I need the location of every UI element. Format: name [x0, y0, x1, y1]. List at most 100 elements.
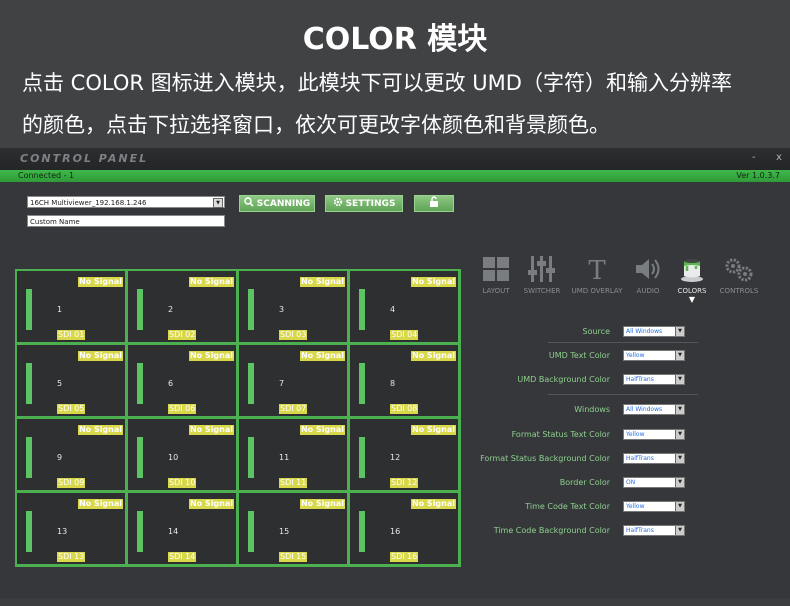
tab-umd-overlay-label: UMD OVERLAY — [571, 287, 623, 295]
tab-audio[interactable]: AUDIO — [625, 255, 671, 295]
preview-window[interactable]: No Signal 4 SDI 04 — [350, 271, 458, 342]
umd-label: SDI 11 — [279, 478, 308, 488]
chevron-down-icon[interactable]: ▼ — [675, 526, 684, 535]
preview-window[interactable]: No Signal 9 SDI 09 — [17, 419, 125, 490]
chevron-down-icon[interactable]: ▼ — [213, 198, 223, 208]
no-signal-label: No Signal — [188, 499, 234, 509]
active-tab-indicator: ▼ — [688, 295, 696, 304]
no-signal-label: No Signal — [410, 425, 456, 435]
preview-window[interactable]: No Signal 15 SDI 15 — [239, 493, 347, 564]
color-field-label: UMD Text Color — [548, 351, 610, 360]
umd-label: SDI 08 — [390, 404, 419, 414]
preview-window[interactable]: No Signal 10 SDI 10 — [128, 419, 236, 490]
preview-window[interactable]: No Signal 3 SDI 03 — [239, 271, 347, 342]
audio-level-bar — [137, 437, 143, 478]
preview-window[interactable]: No Signal 16 SDI 16 — [350, 493, 458, 564]
tab-umd-overlay[interactable]: T UMD OVERLAY — [571, 255, 623, 295]
preview-window[interactable]: No Signal 6 SDI 06 — [128, 345, 236, 416]
preview-window[interactable]: No Signal 2 SDI 02 — [128, 271, 236, 342]
scanning-button[interactable]: SCANNING — [239, 195, 315, 212]
audio-level-bar — [26, 363, 32, 404]
title-bar[interactable]: CONTROL PANEL - x — [0, 148, 790, 170]
color-field-label: Time Code Text Color — [525, 502, 610, 511]
color-field-label: Format Status Background Color — [480, 454, 610, 463]
umd-label: SDI 03 — [279, 330, 308, 340]
panel-divider — [548, 394, 698, 395]
preview-window[interactable]: No Signal 1 SDI 01 — [17, 271, 125, 342]
umd-label: SDI 16 — [390, 552, 419, 562]
custom-name-input[interactable]: Custom Name — [27, 215, 225, 227]
chevron-down-icon[interactable]: ▼ — [675, 375, 684, 384]
window-number: 2 — [168, 305, 174, 314]
gear-icon — [333, 197, 342, 207]
window-number: 15 — [279, 527, 290, 536]
chevron-down-icon[interactable]: ▼ — [675, 454, 684, 463]
color-select[interactable]: All Windows ▼ — [623, 404, 685, 415]
window-number: 8 — [390, 379, 396, 388]
window-number: 5 — [57, 379, 63, 388]
umd-label: SDI 04 — [390, 330, 419, 340]
audio-level-bar — [359, 289, 365, 330]
page-description: 点击 COLOR 图标进入模块，此模块下可以更改 UMD（字符）和输入分辨率 的… — [22, 62, 772, 146]
preview-window[interactable]: No Signal 11 SDI 11 — [239, 419, 347, 490]
lock-button[interactable] — [414, 195, 454, 212]
close-button[interactable]: x — [776, 152, 782, 163]
color-select[interactable]: Yellow ▼ — [623, 350, 685, 361]
window-number: 9 — [57, 453, 63, 462]
chevron-down-icon[interactable]: ▼ — [675, 430, 684, 439]
description-line-1: 点击 COLOR 图标进入模块，此模块下可以更改 UMD（字符）和输入分辨率 — [22, 71, 732, 95]
preview-window[interactable]: No Signal 7 SDI 07 — [239, 345, 347, 416]
window-number: 14 — [168, 527, 179, 536]
version-label: Ver 1.0.3.7 — [736, 171, 780, 180]
settings-button[interactable]: SETTINGS — [325, 195, 403, 212]
window-number: 7 — [279, 379, 285, 388]
umd-label: SDI 10 — [168, 478, 197, 488]
color-select-value: HalfTrans — [626, 455, 654, 462]
minimize-button[interactable]: - — [752, 152, 756, 163]
color-select-value: Yellow — [626, 352, 645, 359]
tab-controls[interactable]: CONTROLS — [716, 255, 762, 295]
chevron-down-icon[interactable]: ▼ — [675, 327, 684, 336]
preview-window[interactable]: No Signal 12 SDI 12 — [350, 419, 458, 490]
window-number: 13 — [57, 527, 68, 536]
speaker-icon — [625, 255, 671, 283]
chevron-down-icon[interactable]: ▼ — [675, 405, 684, 414]
tab-switcher[interactable]: SWITCHER — [519, 255, 565, 295]
umd-label: SDI 13 — [57, 552, 86, 562]
device-select-value: 16CH Multiviewer_192.168.1.246 — [30, 199, 147, 207]
color-select[interactable]: All Windows ▼ — [623, 326, 685, 337]
tab-switcher-label: SWITCHER — [523, 287, 561, 295]
umd-label: SDI 02 — [168, 330, 197, 340]
audio-level-bar — [26, 289, 32, 330]
chevron-down-icon[interactable]: ▼ — [675, 478, 684, 487]
chevron-down-icon[interactable]: ▼ — [675, 502, 684, 511]
tab-layout[interactable]: LAYOUT — [473, 255, 519, 295]
preview-window[interactable]: No Signal 8 SDI 08 — [350, 345, 458, 416]
audio-level-bar — [248, 289, 254, 330]
audio-level-bar — [359, 363, 365, 404]
no-signal-label: No Signal — [188, 425, 234, 435]
tab-colors[interactable]: COLORS ▼ — [669, 255, 715, 304]
no-signal-label: No Signal — [299, 277, 345, 287]
preview-window[interactable]: No Signal 13 SDI 13 — [17, 493, 125, 564]
no-signal-label: No Signal — [299, 351, 345, 361]
window-number: 4 — [390, 305, 396, 314]
color-select[interactable]: HalfTrans ▼ — [623, 374, 685, 385]
chevron-down-icon[interactable]: ▼ — [675, 351, 684, 360]
no-signal-label: No Signal — [410, 351, 456, 361]
device-select[interactable]: 16CH Multiviewer_192.168.1.246 ▼ — [27, 196, 225, 208]
color-select[interactable]: HalfTrans ▼ — [623, 453, 685, 464]
preview-grid: No Signal 1 SDI 01 No Signal 2 SDI 02 No Signa… — [15, 269, 461, 567]
no-signal-label: No Signal — [188, 351, 234, 361]
gears-icon — [716, 255, 762, 283]
unlock-icon — [430, 196, 438, 207]
audio-level-bar — [248, 437, 254, 478]
window-number: 11 — [279, 453, 290, 462]
preview-window[interactable]: No Signal 14 SDI 14 — [128, 493, 236, 564]
color-select[interactable]: ON ▼ — [623, 477, 685, 488]
color-select[interactable]: HalfTrans ▼ — [623, 525, 685, 536]
color-field-label: UMD Background Color — [517, 375, 610, 384]
preview-window[interactable]: No Signal 5 SDI 05 — [17, 345, 125, 416]
color-select[interactable]: Yellow ▼ — [623, 429, 685, 440]
color-select[interactable]: Yellow ▼ — [623, 501, 685, 512]
